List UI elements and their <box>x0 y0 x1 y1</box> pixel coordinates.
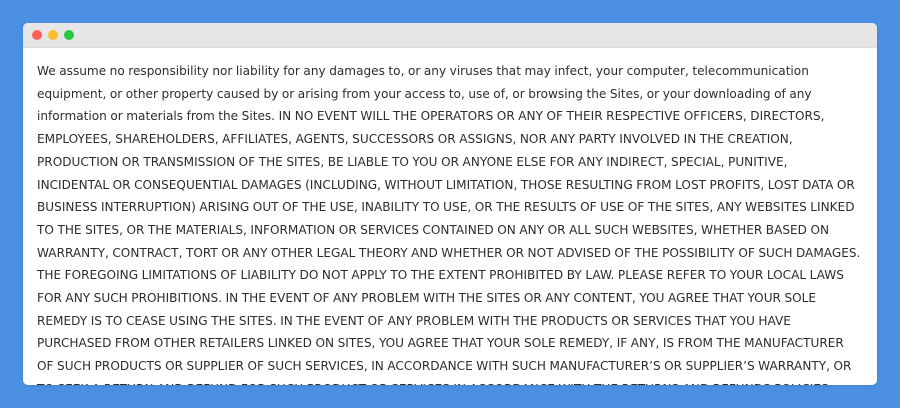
close-window-icon[interactable] <box>32 30 42 40</box>
window-titlebar <box>23 23 877 48</box>
document-body: We assume no responsibility nor liabilit… <box>37 60 863 385</box>
liability-paragraph: We assume no responsibility nor liabilit… <box>37 64 861 385</box>
minimize-window-icon[interactable] <box>48 30 58 40</box>
browser-window: We assume no responsibility nor liabilit… <box>23 23 877 385</box>
maximize-window-icon[interactable] <box>64 30 74 40</box>
